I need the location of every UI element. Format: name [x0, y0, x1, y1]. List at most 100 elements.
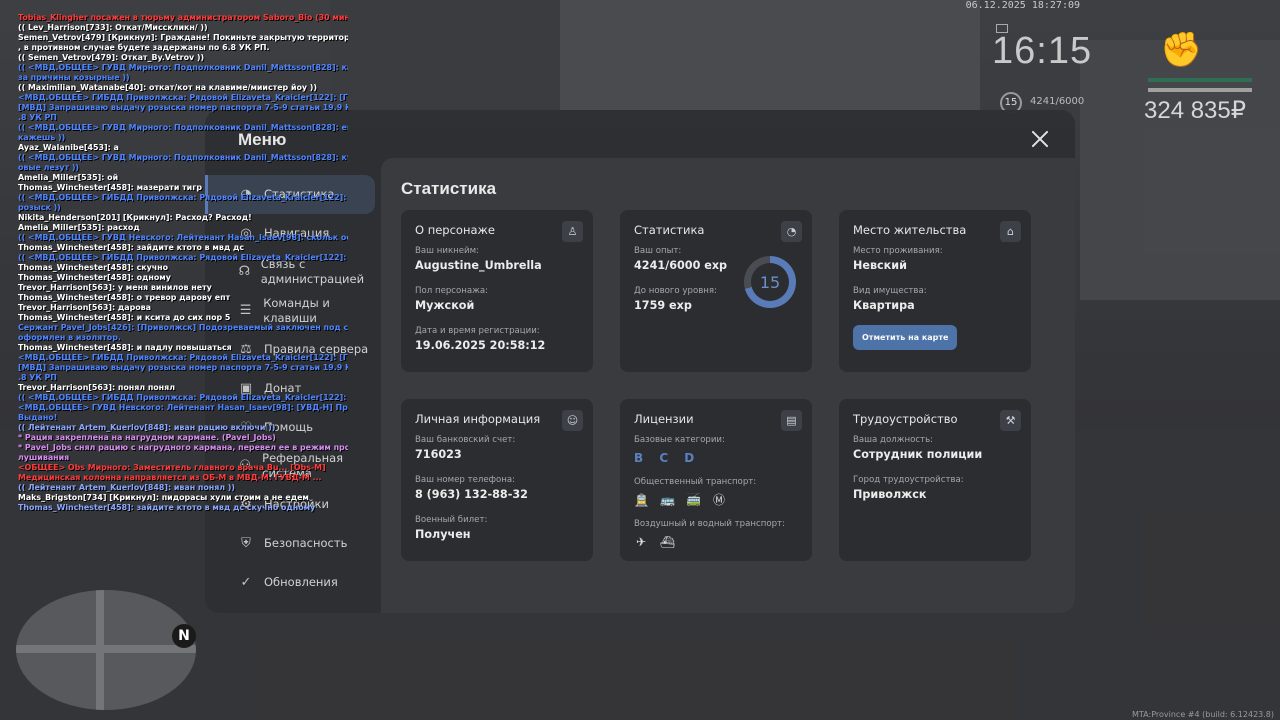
chat-line: Thomas_Winchester[458]: зайдите ктото в …	[18, 503, 316, 512]
chat-line: * Pavel_Jobs снял рацию с нагрудного кар…	[18, 443, 348, 452]
card-title: О персонаже	[415, 223, 495, 237]
card-personal: Личная информация ☺ Ваш банковский счет:…	[401, 399, 593, 561]
chat-line: за причины козырные ))	[18, 73, 130, 82]
level-progress-ring: 15	[744, 256, 796, 308]
city-label: Город трудоустройства:	[853, 475, 964, 485]
chat-line: Thomas_Winchester[458]: одному	[18, 273, 171, 282]
position-value: Сотрудник полиции	[853, 448, 983, 461]
pie-chart-icon: ◔	[781, 221, 802, 242]
hud-clock: 16:15	[992, 30, 1093, 72]
bank-label: Ваш банковский счет:	[415, 435, 516, 445]
user-icon: ♙	[562, 221, 583, 242]
chat-line: Trevor_Harrison[563]: у меня винилов нет…	[18, 283, 212, 292]
card-title: Личная информация	[415, 412, 541, 426]
fist-icon: ✊	[1160, 30, 1203, 70]
chat-line: оформлен в изолятор.	[18, 333, 121, 342]
license-icon: ▤	[781, 410, 802, 431]
menu-item[interactable]: ⛨ Безопасность	[205, 524, 381, 563]
card-persona: О персонаже ♙ Ваш никнейм: Augustine_Umb…	[401, 210, 593, 372]
exp-label: Ваш опыт:	[634, 246, 682, 256]
chat-line: Медицинская колонна направляется из ОБ-М…	[18, 473, 322, 482]
chat-line: (( Лейтенант Artem_Kuerlov[848]: иван по…	[18, 483, 236, 492]
chat-line: .8 УК РП	[18, 373, 57, 382]
chat-line: Выдано!	[18, 413, 58, 422]
card-employment: Трудоустройство ⚒ Ваша должность: Сотруд…	[839, 399, 1031, 561]
chat-line: , в противном случае будете задержаны по…	[18, 43, 270, 52]
boat-icon: ⛴	[660, 535, 676, 549]
chat-line: Ayaz_Walanibe[453]: а	[18, 143, 119, 152]
check-circle-icon: ✓	[240, 574, 252, 590]
chat-line: (( <МВД.ОБЩЕЕ> ГУВД Мирного: Подполковни…	[18, 153, 348, 162]
menu-item[interactable]: ✓ Обновления	[205, 563, 381, 602]
chat-line: Thomas_Winchester[458]: о тревор дарову …	[18, 293, 231, 302]
gender-label: Пол персонажа:	[415, 286, 489, 296]
chat-line: Thomas_Winchester[458]: скучно	[18, 263, 169, 272]
nick-label: Ваш никнейм:	[415, 246, 480, 256]
menu-item-label: Безопасность	[264, 536, 348, 551]
gender-value: Мужской	[415, 299, 475, 312]
chat-line: Nikita_Henderson[201] [Крикнул]: Расход?…	[18, 213, 252, 222]
metro-icon: Ⓜ	[712, 493, 725, 507]
plane-icon: ✈	[635, 535, 647, 549]
chat-line: Trevor_Harrison[563]: дарова	[18, 303, 151, 312]
military-value: Получен	[415, 528, 471, 541]
hud-exp: 4241/6000	[1030, 96, 1085, 107]
chat-line: (( <МВД.ОБЩЕЕ> ГИБДД Приволжска: Рядовой…	[18, 393, 348, 402]
level-number: 15	[751, 263, 789, 301]
shield-icon: ⛨	[241, 536, 251, 552]
nick-value: Augustine_Umbrella	[415, 259, 542, 272]
mark-on-map-button[interactable]: Отметить на карте	[853, 325, 958, 350]
place-label: Место проживания:	[853, 246, 943, 256]
position-label: Ваша должность:	[853, 435, 934, 445]
hud-datetime: 06.12.2025 18:27:09	[965, 0, 1080, 11]
user-circle-icon: ☺	[562, 410, 583, 431]
menu-item-label: Обновления	[264, 574, 338, 589]
card-residence: Место жительства ⌂ Место проживания: Нев…	[839, 210, 1031, 372]
card-statistics: Статистика ◔ Ваш опыт: 4241/6000 exp До …	[620, 210, 812, 372]
reg-label: Дата и время регистрации:	[415, 326, 540, 336]
base-categories-label: Базовые категории:	[634, 435, 725, 445]
chat-line: кажешь ))	[18, 133, 66, 142]
chat-line: <МВД.ОБЩЕЕ> ГИБДД Приволжска: Рядовой El…	[18, 93, 348, 102]
property-value: Квартира	[853, 299, 915, 312]
air-water-label: Воздушный и водный транспорт:	[634, 519, 785, 529]
card-title: Место жительства	[853, 223, 967, 237]
chat-line: Thomas_Winchester[458]: и ксита до сих п…	[18, 313, 231, 322]
minimap-road	[96, 590, 104, 710]
chat-line: (( <МВД.ОБЩЕЕ> ГИБДД Приволжска: Рядовой…	[18, 253, 348, 262]
chat-line: <МВД.ОБЩЕЕ> ГИБДД Приволжска: Рядовой El…	[18, 353, 348, 362]
chat-line: розыск ))	[18, 203, 61, 212]
card-title: Трудоустройство	[853, 412, 958, 426]
chat-line: (( Semen_Vetrov[479]: Откат_By.Vetrov ))	[18, 53, 205, 62]
home-icon: ⌂	[1000, 221, 1021, 242]
military-label: Военный билет:	[415, 515, 488, 525]
tram-icon: 🚊	[634, 493, 649, 507]
build-info: MTA:Province #4 (build: 6.12423.8)	[1132, 710, 1274, 719]
card-title: Лицензии	[634, 412, 694, 426]
chat-line: (( <МВД.ОБЩЕЕ> ГУВД Мирного: Подполковни…	[18, 63, 348, 72]
chat-log: Tobias_Klingher посажен в тюрьму админис…	[18, 13, 348, 513]
bank-value: 716023	[415, 448, 462, 461]
content-title: Статистика	[401, 179, 497, 198]
hud-money: 324 835₽	[1144, 97, 1247, 124]
chat-line: (( <МВД.ОБЩЕЕ> ГУВД Невского: Лейтенант …	[18, 233, 348, 242]
public-transport-icons: 🚊 🚌 🚎 Ⓜ	[634, 493, 798, 507]
air-water-icons: ✈ ⛴	[634, 535, 798, 549]
chat-line: <ОБЩЕЕ> Obs Мирного: Заместитель главног…	[18, 463, 326, 472]
chat-line: (( <МВД.ОБЩЕЕ> ГИБДД Приволжска: Рядовой…	[18, 193, 348, 202]
chat-line: Maks_Brigston[734] [Крикнул]: пидорасы х…	[18, 493, 309, 502]
trolleybus-icon: 🚎	[686, 493, 701, 507]
chat-line: Tobias_Klingher посажен в тюрьму админис…	[18, 13, 348, 22]
chat-line: (( <МВД.ОБЩЕЕ> ГУВД Мирного: Подполковни…	[18, 123, 348, 132]
chat-line: <МВД.ОБЩЕЕ> ГУВД Невского: Лейтенант Has…	[18, 403, 348, 412]
content-area: Статистика О персонаже ♙ Ваш никнейм: Au…	[381, 158, 1075, 613]
chat-line: (( Lev_Harrison[733]: Откат/Мисскликн/ )…	[18, 23, 208, 32]
chat-line: Thomas_Winchester[458]: зайдите ктото в …	[18, 243, 245, 252]
phone-value: 8 (963) 132-88-32	[415, 488, 528, 501]
chat-line: .8 УК РП	[18, 113, 57, 122]
chat-line: * Рация закреплена на нагрудном кармане.…	[18, 433, 276, 442]
chat-line: Сержант Pavel_Jobs[426]: [Приволжск] Под…	[18, 323, 348, 332]
minimap-north-indicator: N	[172, 624, 196, 648]
chat-line: [МВД] Запрашиваю выдачу розыска номер па…	[18, 103, 348, 112]
close-icon[interactable]	[1029, 128, 1051, 150]
